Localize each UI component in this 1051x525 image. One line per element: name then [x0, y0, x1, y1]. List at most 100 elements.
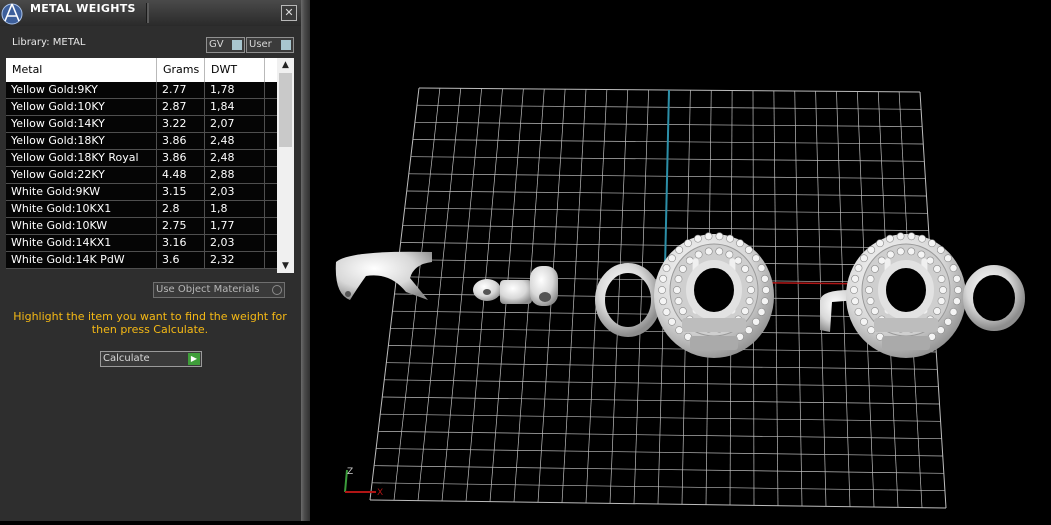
stone-bead	[752, 317, 760, 326]
table-row[interactable]: Yellow Gold:10KY 2.87 1,84	[6, 99, 277, 116]
table-row[interactable]: Yellow Gold:9KY 2.77 1,78	[6, 82, 277, 99]
stone-bead	[675, 326, 684, 335]
use-object-materials-checkbox[interactable]: Use Object Materials	[153, 282, 285, 298]
stone-bead	[760, 297, 769, 306]
gizmo-x-label: X	[377, 488, 383, 498]
table-row[interactable]: Yellow Gold:22KY 4.48 2,88	[6, 167, 277, 184]
grams-cell: 2.75	[157, 218, 205, 234]
stone-bead	[952, 274, 961, 283]
stone-bead	[736, 239, 744, 248]
table-row[interactable]: White Gold:10KW 2.75 1,77	[6, 218, 277, 235]
stone-bead	[668, 317, 676, 326]
metal-cell: Yellow Gold:10KY	[6, 99, 157, 115]
stone-bead	[673, 286, 681, 294]
row-spacer	[265, 235, 277, 251]
panel-splitter[interactable]	[301, 0, 310, 521]
dwt-cell: 2,88	[205, 167, 265, 183]
stone-bead	[744, 245, 753, 254]
dwt-cell: 2,48	[205, 150, 265, 166]
stone-bead	[866, 297, 875, 305]
stone-bead	[662, 264, 671, 272]
stone-bead	[704, 232, 713, 241]
column-header-metal[interactable]: Metal	[6, 58, 157, 82]
user-toggle-label: User	[249, 39, 272, 50]
grams-cell: 2.87	[157, 99, 205, 115]
metal-cell: White Gold:9KW	[6, 184, 157, 200]
dwt-cell: 2,03	[205, 184, 265, 200]
stone-bead	[668, 254, 676, 263]
stone-bead	[937, 297, 946, 305]
close-button[interactable]: ✕	[281, 5, 297, 21]
viewport-canvas[interactable]: Z X	[310, 0, 1051, 521]
table-row[interactable]: White Gold:10KX1 2.8 1,8	[6, 201, 277, 218]
calculate-label: Calculate	[103, 353, 150, 364]
row-spacer	[265, 82, 277, 98]
grams-cell: 3.16	[157, 235, 205, 251]
table-body: Yellow Gold:9KY 2.77 1,78 Yellow Gold:10KY 2…	[6, 82, 277, 269]
stone-bead	[949, 264, 958, 272]
scroll-thumb[interactable]	[279, 73, 292, 147]
dwt-cell: 2,07	[205, 116, 265, 132]
grams-cell: 3.86	[157, 150, 205, 166]
3d-viewport[interactable]: Z X	[310, 0, 1051, 521]
stone-bead	[684, 239, 692, 248]
panel-title: METAL WEIGHTS	[30, 2, 136, 15]
metal-cell: White Gold:14K PdW	[6, 252, 157, 268]
stone-bead	[918, 234, 926, 243]
user-toggle-indicator-icon	[281, 40, 291, 50]
stone-bead	[726, 234, 734, 243]
metal-cell: Yellow Gold:9KY	[6, 82, 157, 98]
stone-bead	[933, 265, 942, 273]
stone-bead	[659, 274, 668, 283]
stone-bead	[870, 265, 879, 273]
table-header: Metal Grams DWT	[6, 58, 294, 82]
table-scrollbar[interactable]: ▲ ▼	[277, 58, 294, 273]
scroll-up-icon[interactable]: ▲	[277, 58, 294, 72]
user-toggle[interactable]: User	[246, 37, 294, 53]
stone-bead	[734, 256, 743, 265]
panel-title-bar[interactable]: METAL WEIGHTS ✕	[0, 0, 301, 26]
row-spacer	[265, 116, 277, 132]
stone-bead	[662, 308, 671, 316]
stone-bead	[854, 264, 863, 272]
table-row[interactable]: Yellow Gold:18KY Royal 3.86 2,48	[6, 150, 277, 167]
stone-bead	[715, 247, 724, 256]
right-bezel-part	[820, 232, 1025, 358]
row-spacer	[265, 99, 277, 115]
metal-cell: Yellow Gold:22KY	[6, 167, 157, 183]
stone-bead	[860, 254, 868, 263]
stone-bead	[850, 286, 858, 294]
hinge-part	[473, 266, 558, 306]
grams-cell: 4.48	[157, 167, 205, 183]
stone-bead	[907, 247, 916, 256]
stone-bead	[851, 297, 860, 306]
gv-toggle[interactable]: GV	[206, 37, 245, 53]
app-logo-icon	[1, 3, 23, 25]
table-row[interactable]: White Gold:14KX1 3.16 2,03	[6, 235, 277, 252]
stone-bead	[917, 250, 926, 259]
stone-bead	[944, 317, 952, 326]
table-row[interactable]: Yellow Gold:14KY 3.22 2,07	[6, 116, 277, 133]
grams-cell: 3.15	[157, 184, 205, 200]
stone-bead	[867, 245, 876, 254]
dwt-cell: 1,77	[205, 218, 265, 234]
stone-bead	[886, 234, 894, 243]
scroll-down-icon[interactable]: ▼	[277, 259, 294, 273]
gv-toggle-label: GV	[209, 39, 224, 50]
table-row[interactable]: White Gold:9KW 3.15 2,03	[6, 184, 277, 201]
table-row[interactable]: Yellow Gold:18KY 3.86 2,48	[6, 133, 277, 150]
calculate-button[interactable]: Calculate ▶	[100, 351, 202, 367]
stone-bead	[896, 232, 905, 241]
stone-bead	[937, 275, 946, 283]
stone-bead	[694, 250, 703, 259]
stone-bead	[944, 254, 952, 263]
row-spacer	[265, 252, 277, 268]
grams-cell: 3.22	[157, 116, 205, 132]
stone-bead	[854, 308, 863, 316]
table-row[interactable]: White Gold:14K PdW 3.6 2,32	[6, 252, 277, 269]
stone-bead	[936, 245, 945, 254]
column-header-grams[interactable]: Grams	[157, 58, 205, 82]
stone-bead	[674, 275, 683, 283]
column-header-dwt[interactable]: DWT	[205, 58, 265, 82]
metal-cell: Yellow Gold:14KY	[6, 116, 157, 132]
